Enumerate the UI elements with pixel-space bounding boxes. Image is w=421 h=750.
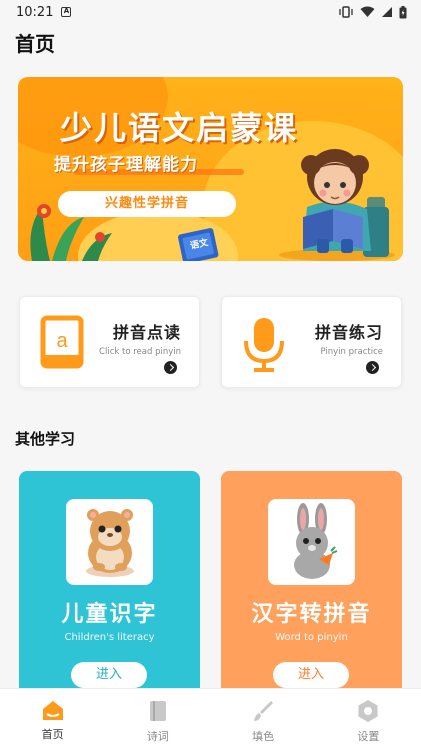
hamster-image: [66, 499, 153, 585]
rabbit-image: [268, 499, 355, 585]
card-subtitle: Pinyin practice: [320, 347, 383, 357]
arrow-right-icon[interactable]: [164, 361, 177, 374]
notification-icon: A: [61, 7, 72, 17]
card-title: 汉字转拼音: [251, 602, 372, 627]
tab-label: 填色: [252, 730, 275, 743]
plant-decoration: [30, 204, 112, 261]
svg-text:a: a: [56, 330, 68, 352]
status-bar: 10:21 A: [0, 0, 421, 24]
card-subtitle: Children's literacy: [64, 632, 155, 643]
banner-title: 少儿语文启蒙课: [60, 109, 299, 147]
tab-home[interactable]: 首页: [0, 689, 105, 750]
card-title: 儿童识字: [61, 602, 158, 627]
section-title: 其他学习: [15, 430, 76, 448]
tab-settings[interactable]: 设置: [316, 689, 421, 750]
card-title: 拼音点读: [112, 323, 181, 342]
wifi-icon: [360, 6, 375, 17]
tab-coloring[interactable]: 填色: [211, 689, 316, 750]
tab-poetry[interactable]: 诗词: [105, 689, 210, 750]
book-icon: [149, 701, 166, 721]
settings-icon: [358, 700, 378, 722]
book-a-icon: a: [40, 315, 84, 369]
pinyin-read-card[interactable]: a 拼音点读 Click to read pinyin: [19, 296, 200, 388]
bottom-tab-bar: 首页 诗词 填色 设置: [0, 688, 421, 750]
pinyin-practice-card[interactable]: 拼音练习 Pinyin practice: [221, 296, 402, 388]
vibrate-icon: [339, 6, 353, 18]
page-title: 首页: [15, 32, 55, 56]
microphone-icon: [244, 318, 284, 372]
enter-button[interactable]: 进入: [273, 662, 349, 688]
tab-label: 诗词: [146, 730, 169, 743]
battery-icon: [399, 5, 407, 18]
card-subtitle: Click to read pinyin: [99, 347, 181, 357]
arrow-right-icon[interactable]: [366, 361, 379, 374]
status-time: 10:21: [16, 4, 54, 20]
children-literacy-card[interactable]: 儿童识字 Children's literacy 进入: [19, 471, 200, 711]
brush-icon: [254, 701, 274, 721]
reading-girl-illustration: [279, 149, 395, 261]
banner-subtitle: 提升孩子理解能力: [54, 155, 198, 175]
enter-button[interactable]: 进入: [71, 662, 147, 688]
card-title: 拼音练习: [314, 323, 383, 342]
promo-banner[interactable]: 少儿语文启蒙课 提升孩子理解能力 兴趣性学拼音 语文: [18, 77, 403, 261]
tab-label: 首页: [41, 728, 64, 741]
word-to-pinyin-card[interactable]: 汉字转拼音 Word to pinyin 进入: [221, 471, 402, 711]
card-subtitle: Word to pinyin: [275, 632, 348, 643]
home-icon: [42, 701, 63, 720]
tab-label: 设置: [357, 730, 380, 743]
signal-icon: [382, 7, 392, 17]
